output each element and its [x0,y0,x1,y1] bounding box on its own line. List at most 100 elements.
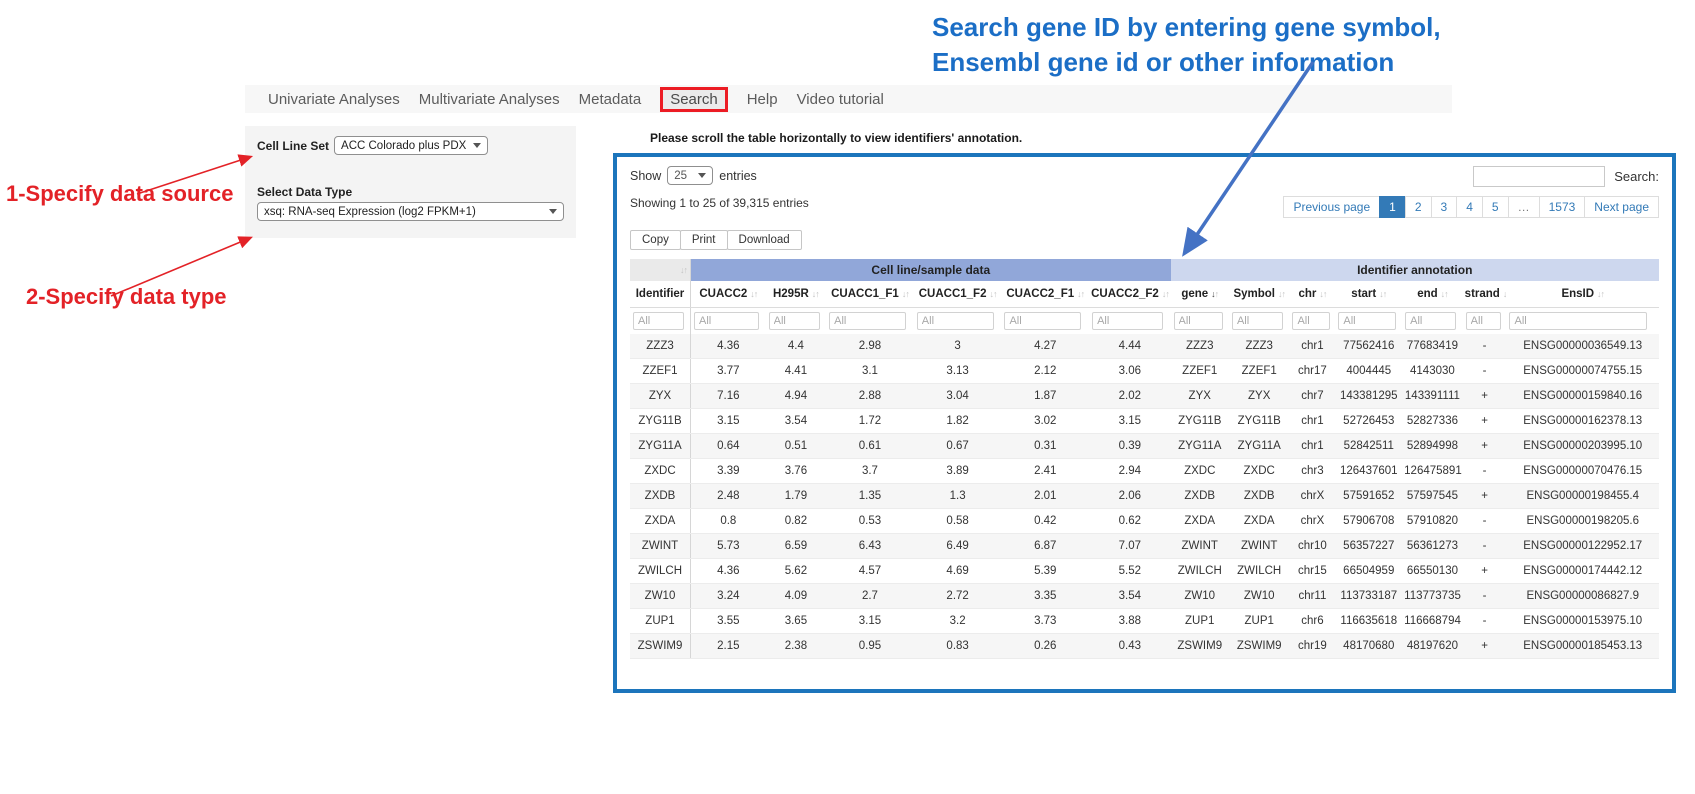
column-header-symbol[interactable]: Symbol↓↑ [1229,281,1290,308]
column-header-cuacc2-f1[interactable]: CUACC2_F1↓↑ [1001,281,1089,308]
filter-input-strand[interactable] [1466,312,1502,330]
pagination-page-2[interactable]: 2 [1405,196,1432,218]
pagination-page-1573[interactable]: 1573 [1539,196,1586,218]
column-header-chr[interactable]: chr↓↑ [1289,281,1335,308]
cell-h295r: 3.76 [766,459,827,484]
table-row: ZXDA0.80.820.530.580.420.62ZXDAZXDAchrX5… [630,509,1659,534]
filter-input-cuacc2-f1[interactable] [1004,312,1081,330]
cell-cuacc2-f2: 0.43 [1089,634,1170,659]
column-header-end[interactable]: end↓↑ [1402,281,1463,308]
cell-start: 77562416 [1335,334,1402,359]
cell-cuacc1-f1: 1.35 [826,484,914,509]
pagination-previous-button[interactable]: Previous page [1283,196,1380,218]
cell-end: 143391111 [1402,384,1463,409]
cell-cuacc2-f2: 0.62 [1089,509,1170,534]
cell-cuacc2-f1: 0.26 [1001,634,1089,659]
filter-input-identifier[interactable] [633,312,684,330]
pagination-page-4[interactable]: 4 [1456,196,1483,218]
navbar-items: Univariate Analyses Multivariate Analyses… [268,87,884,112]
data-type-select[interactable]: xsq: RNA-seq Expression (log2 FPKM+1) [257,202,564,221]
column-header-cuacc2-f2[interactable]: CUACC2_F2↓↑ [1089,281,1170,308]
sort-icon: ↓↑ [1441,289,1448,299]
filter-input-ensid[interactable] [1509,312,1647,330]
print-button[interactable]: Print [680,230,728,250]
cell-cuacc2: 3.77 [691,359,766,384]
cell-symbol: ZW10 [1229,584,1290,609]
cell-ensid: ENSG00000198205.6 [1506,509,1659,534]
cell-start: 57906708 [1335,509,1402,534]
table-corner-sort-cell[interactable]: ↓↑ [630,259,691,281]
table-head: ↓↑Cell line/sample dataIdentifier annota… [630,259,1659,334]
cell-identifier: ZZEF1 [630,359,691,384]
copy-button[interactable]: Copy [630,230,681,250]
cell-cuacc2-f2: 2.06 [1089,484,1170,509]
filter-input-cuacc1-f1[interactable] [829,312,906,330]
sort-asc-icon: ↑ [1281,289,1285,299]
nav-item-video-tutorial[interactable]: Video tutorial [797,91,884,108]
nav-item-search[interactable]: Search [660,87,728,112]
download-button[interactable]: Download [727,230,802,250]
cell-h295r: 5.62 [766,559,827,584]
column-header-cuacc2[interactable]: CUACC2↓↑ [691,281,766,308]
filter-input-cuacc2-f2[interactable] [1092,312,1163,330]
pagination-page-3[interactable]: 3 [1431,196,1458,218]
cell-cuacc1-f2: 3 [914,334,1002,359]
cell-cuacc2-f1: 5.39 [1001,559,1089,584]
cell-ensid: ENSG00000203995.10 [1506,434,1659,459]
filter-cell-identifier [630,308,691,335]
column-header-gene[interactable]: gene↓↑ [1171,281,1229,308]
filter-cell-gene [1171,308,1229,335]
table-row: ZWILCH4.365.624.574.695.395.52ZWILCHZWIL… [630,559,1659,584]
cell-cuacc2-f2: 3.06 [1089,359,1170,384]
table-row: ZXDB2.481.791.351.32.012.06ZXDBZXDBchrX5… [630,484,1659,509]
pagination-page-1[interactable]: 1 [1379,196,1406,218]
cell-gene: ZWILCH [1171,559,1229,584]
table-search-input[interactable] [1473,166,1605,187]
filter-input-cuacc2[interactable] [694,312,759,330]
cell-symbol: ZUP1 [1229,609,1290,634]
cell-cuacc2: 3.15 [691,409,766,434]
nav-item-help[interactable]: Help [747,91,778,108]
column-header-label: CUACC2_F2 [1091,288,1159,300]
cell-cuacc2: 7.16 [691,384,766,409]
cell-cuacc1-f1: 0.61 [826,434,914,459]
cell-end: 4143030 [1402,359,1463,384]
cell-ensid: ENSG00000122952.17 [1506,534,1659,559]
cell-line-set-select[interactable]: ACC Colorado plus PDX [334,136,488,155]
cell-cuacc1-f2: 3.13 [914,359,1002,384]
cell-cuacc2-f1: 2.01 [1001,484,1089,509]
column-header-cuacc1-f1[interactable]: CUACC1_F1↓↑ [826,281,914,308]
cell-identifier: ZZZ3 [630,334,691,359]
cell-ensid: ENSG00000162378.13 [1506,409,1659,434]
column-header-cuacc1-f2[interactable]: CUACC1_F2↓↑ [914,281,1002,308]
cell-symbol: ZXDA [1229,509,1290,534]
filter-input-h295r[interactable] [769,312,820,330]
column-header-identifier[interactable]: Identifier [630,281,691,308]
cell-chr: chr1 [1289,434,1335,459]
nav-item-univariate-analyses[interactable]: Univariate Analyses [268,91,400,108]
filter-input-symbol[interactable] [1232,312,1283,330]
filter-input-gene[interactable] [1174,312,1223,330]
filter-input-chr[interactable] [1292,312,1330,330]
page-length-select[interactable]: 25 [667,166,713,185]
cell-cuacc1-f2: 1.82 [914,409,1002,434]
pagination-next-button[interactable]: Next page [1584,196,1659,218]
filter-input-end[interactable] [1405,312,1456,330]
column-header-start[interactable]: start↓↑ [1335,281,1402,308]
cell-cuacc2-f1: 6.87 [1001,534,1089,559]
sort-icon: ↓↑ [750,289,757,299]
filter-input-start[interactable] [1338,312,1395,330]
navbar: Univariate Analyses Multivariate Analyses… [245,85,1452,113]
pagination-page-5[interactable]: 5 [1482,196,1509,218]
export-toolbar: CopyPrintDownload [630,230,1659,250]
sort-icon: ↓↑ [680,265,687,275]
nav-item-metadata[interactable]: Metadata [579,91,642,108]
cell-symbol: ZWILCH [1229,559,1290,584]
cell-chr: chr3 [1289,459,1335,484]
filter-input-cuacc1-f2[interactable] [917,312,994,330]
column-header-strand[interactable]: strand↓↑ [1463,281,1507,308]
cell-strand: + [1463,409,1507,434]
column-header-ensid[interactable]: EnsID↓↑ [1506,281,1659,308]
nav-item-multivariate-analyses[interactable]: Multivariate Analyses [419,91,560,108]
column-header-h295r[interactable]: H295R↓↑ [766,281,827,308]
